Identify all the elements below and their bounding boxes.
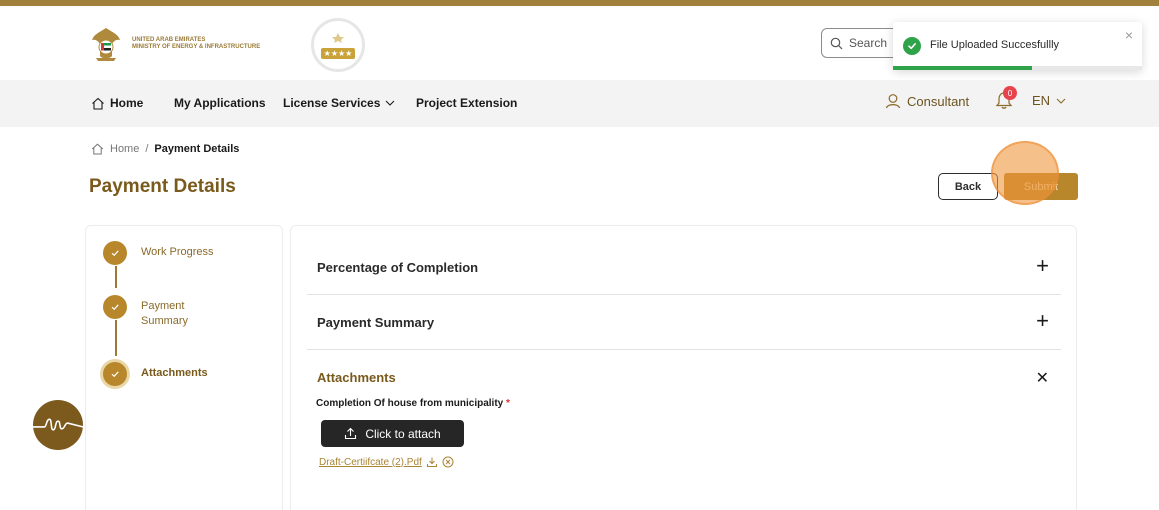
breadcrumb-current: Payment Details [154, 143, 240, 155]
ministry-line-2: MINISTRY OF ENERGY & INFRASTRUCTURE [132, 44, 261, 50]
nav-license-services[interactable]: License Services [283, 96, 395, 110]
nav-project-extension[interactable]: Project Extension [416, 96, 517, 110]
nav-project-extension-label: Project Extension [416, 96, 518, 110]
success-check-icon [903, 37, 921, 55]
nav-home[interactable]: Home [91, 96, 143, 110]
search-placeholder: Search [849, 36, 888, 50]
step-check-icon [103, 295, 127, 319]
nav-license-services-label: License Services [283, 96, 381, 110]
accordion-title: Attachments [317, 370, 396, 385]
upload-icon [345, 427, 357, 440]
breadcrumb: Home / Payment Details [91, 143, 239, 155]
language-selector[interactable]: EN [1032, 93, 1066, 108]
nav-home-label: Home [110, 96, 144, 110]
nav-my-applications-label: My Applications [174, 96, 266, 110]
upload-success-toast: File Uploaded Succesfullly × [893, 22, 1142, 70]
accordion-title: Payment Summary [317, 315, 435, 330]
step-payment-summary[interactable]: Payment Summary [103, 295, 188, 329]
language-label: EN [1032, 93, 1051, 108]
accordion-percentage-of-completion[interactable]: Percentage of Completion + [307, 240, 1061, 295]
seal-emblem-icon [332, 32, 344, 43]
rating-seal: ★★★★ [311, 18, 365, 72]
main-nav: Home My Applications License Services Pr… [0, 80, 1159, 127]
user-menu[interactable]: Consultant [885, 93, 969, 109]
remove-file-icon[interactable] [442, 456, 454, 468]
page-title: Payment Details [89, 176, 236, 197]
search-icon [830, 37, 843, 49]
progress-stepper: Work Progress Payment Summary Attachment… [85, 225, 283, 510]
attach-file-button[interactable]: Click to attach [321, 420, 464, 447]
search-input[interactable]: Search [821, 28, 901, 58]
accordion-title: Percentage of Completion [317, 260, 479, 275]
step-work-progress[interactable]: Work Progress [103, 241, 214, 265]
step-attachments[interactable]: Attachments [103, 362, 208, 386]
chevron-down-icon [386, 100, 395, 106]
ministry-logo[interactable]: UNITED ARAB EMIRATES MINISTRY OF ENERGY … [90, 26, 260, 62]
assistant-launcher-button[interactable] [33, 400, 83, 450]
file-name-link[interactable]: Draft-Certiifcate (2).Pdf [319, 457, 422, 468]
plus-icon[interactable]: + [1036, 310, 1049, 332]
breadcrumb-separator: / [145, 143, 149, 155]
ministry-line-1: UNITED ARAB EMIRATES [132, 37, 206, 43]
toast-progress-fill [893, 66, 1033, 70]
user-name: Consultant [907, 93, 970, 109]
plus-icon[interactable]: + [1036, 255, 1049, 277]
back-button[interactable]: Back [938, 173, 998, 200]
attach-button-label: Click to attach [365, 426, 441, 441]
click-indicator [991, 141, 1059, 205]
nav-my-applications[interactable]: My Applications [174, 96, 266, 110]
uae-emblem-icon [92, 28, 120, 61]
required-mark: * [506, 398, 510, 409]
toast-close-button[interactable]: × [1125, 27, 1133, 43]
seal-stars: ★★★★ [320, 47, 356, 59]
step-label: Attachments [141, 367, 208, 379]
step-connector [115, 266, 117, 288]
site-header: UNITED ARAB EMIRATES MINISTRY OF ENERGY … [0, 6, 1159, 80]
download-icon[interactable] [426, 456, 438, 468]
step-label: Payment Summary [141, 300, 189, 327]
toast-progress-track [893, 66, 1142, 70]
home-icon [91, 143, 104, 155]
ministry-name: UNITED ARAB EMIRATES MINISTRY OF ENERGY … [132, 37, 260, 51]
step-label: Work Progress [141, 246, 214, 258]
breadcrumb-home[interactable]: Home [110, 143, 139, 155]
attachment-field-label: Completion Of house from municipality * [316, 398, 510, 409]
uploaded-file: Draft-Certiifcate (2).Pdf [319, 456, 454, 468]
accordion-payment-summary[interactable]: Payment Summary + [307, 295, 1061, 350]
notification-badge: 0 [1003, 86, 1017, 100]
accordion-attachments[interactable]: Attachments ✕ [307, 350, 1061, 405]
chevron-down-icon [1056, 98, 1066, 104]
home-icon [92, 97, 104, 110]
step-check-icon [103, 362, 127, 386]
user-icon [885, 94, 901, 109]
field-label-text: Completion Of house from municipality [316, 398, 504, 409]
close-icon[interactable]: ✕ [1036, 368, 1049, 390]
toast-message: File Uploaded Succesfullly [930, 39, 1060, 51]
step-check-icon [103, 241, 127, 265]
notifications-button[interactable]: 0 [995, 86, 1017, 112]
signature-logo-icon [33, 418, 83, 431]
